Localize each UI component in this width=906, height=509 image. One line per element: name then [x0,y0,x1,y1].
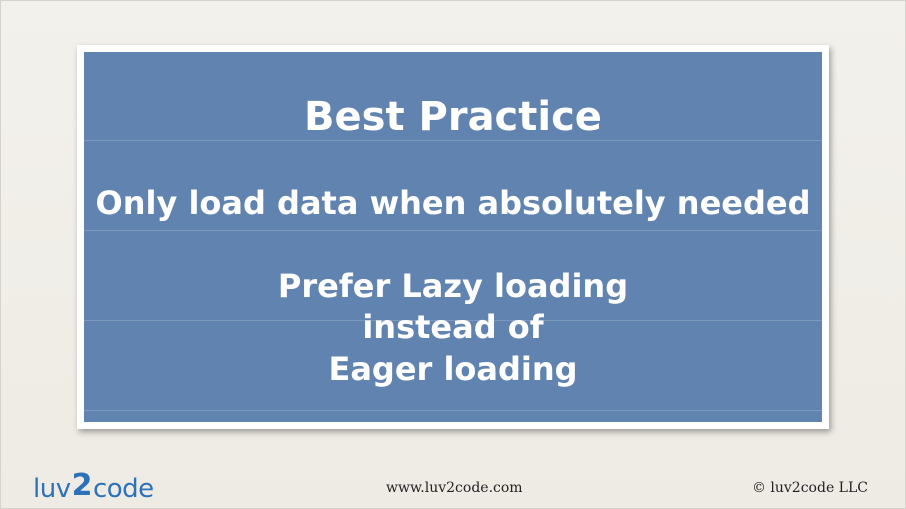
logo-text-luv: luv [33,474,71,504]
slide-line-4: Eager loading [328,350,578,388]
panel-divider [84,140,822,141]
footer-url: www.luv2code.com [386,480,523,496]
slide-title: Best Practice [304,94,602,140]
slide-line-1: Only load data when absolutely needed [95,184,811,222]
panel-divider [84,230,822,231]
content-card: Best Practice Only load data when absolu… [77,45,829,429]
slide-line-3: instead of [362,308,544,346]
panel-divider [84,410,822,411]
footer-copyright: © luv2code LLC [751,480,868,496]
content-panel: Best Practice Only load data when absolu… [84,52,822,422]
logo-text-code: code [92,474,154,504]
luv2code-logo: luv 2 code [33,468,154,505]
logo-text-2: 2 [71,468,93,503]
slide-line-2: Prefer Lazy loading [277,267,629,305]
